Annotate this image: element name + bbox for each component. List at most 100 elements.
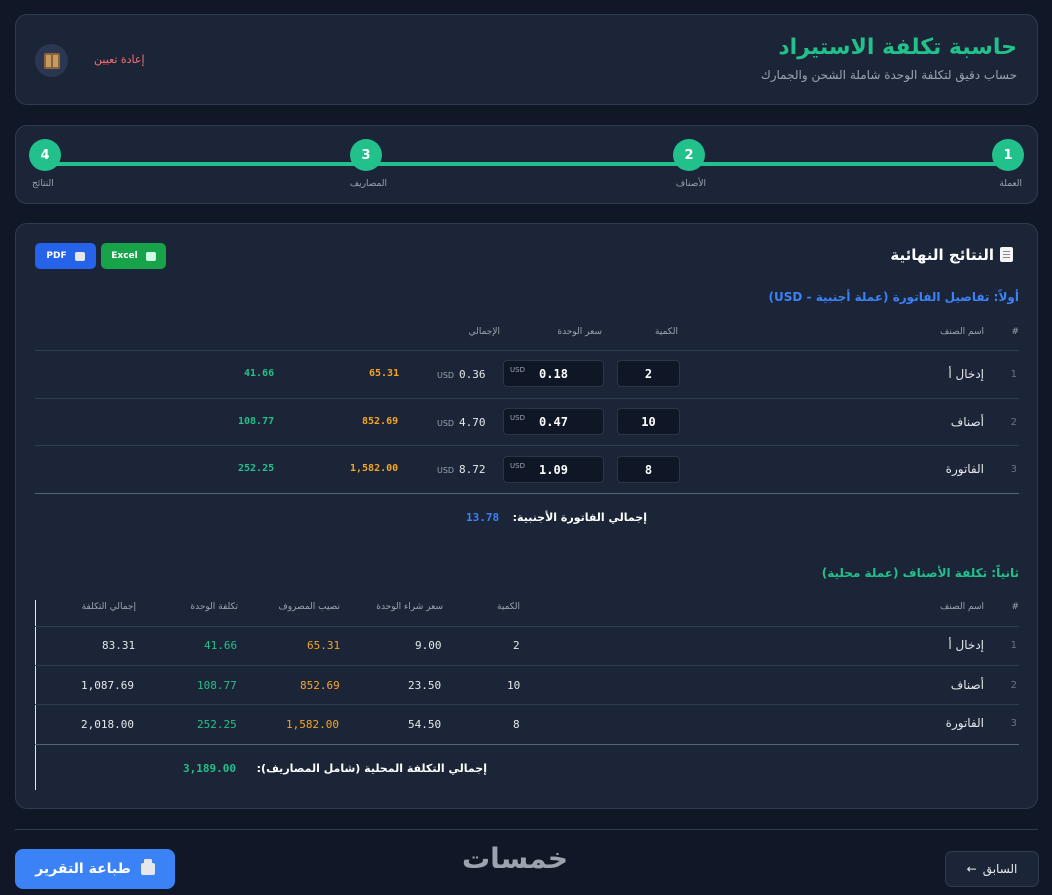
brand-logo: خمسات: [462, 842, 569, 875]
step-1-circle[interactable]: 1: [992, 139, 1024, 171]
arrow-left-icon: ←: [966, 862, 977, 876]
row-total: 4.70: [459, 416, 486, 429]
item-name: الفاتورة: [945, 716, 984, 730]
row-total: 0.36: [459, 368, 486, 381]
step-3-circle[interactable]: 3: [350, 139, 382, 171]
results-panel: النتائج النهائية PDF Excel أولاً: تفاصيل…: [15, 223, 1038, 809]
step-1-label: العملة: [999, 179, 1022, 189]
chart-icon: [145, 251, 156, 261]
step-2-label: الأصناف: [675, 179, 706, 189]
col-header-purchase-price: سعر شراء الوحدة: [376, 602, 443, 612]
table-left-border: [35, 600, 36, 790]
package-icon: [43, 52, 60, 69]
currency-tag: USD: [510, 366, 525, 374]
qty-value: 10: [507, 679, 521, 692]
local-total-value: 3,189.00: [183, 762, 236, 775]
row-index: 2: [1010, 680, 1017, 691]
table-row-divider: [35, 665, 1019, 666]
col-header-name: اسم الصنف: [940, 327, 984, 337]
table-row-divider: [35, 445, 1019, 446]
col-header-total: الإجمالي: [468, 327, 500, 337]
package-logo: [35, 44, 68, 77]
purchase-price: 54.50: [408, 718, 442, 731]
col-header-total-cost: إجمالي التكلفة: [81, 602, 136, 612]
export-pdf-button[interactable]: PDF: [35, 243, 96, 269]
purchase-price: 23.50: [408, 679, 442, 692]
col-header-unit-cost: تكلفة الوحدة: [190, 602, 238, 612]
total-cost: 2,018.00: [81, 718, 134, 731]
row-index: 1: [1010, 369, 1017, 380]
item-name: إدخال أ: [948, 367, 984, 381]
invoice-total-value: 13.78: [466, 511, 500, 524]
expense-share: 852.69: [362, 416, 399, 427]
previous-button[interactable]: السابق ←: [945, 851, 1039, 887]
qty-value: 2: [513, 639, 520, 652]
currency-tag: USD: [437, 466, 455, 475]
expense-share: 65.31: [369, 368, 400, 379]
row-index: 1: [1010, 640, 1017, 651]
expense-share: 1,582.00: [286, 718, 339, 731]
page-subtitle: حساب دقيق لتكلفة الوحدة شاملة الشحن والج…: [760, 68, 1017, 82]
col-header-index: #: [1011, 602, 1019, 612]
page-title: حاسبة تكلفة الاستيراد: [778, 35, 1017, 60]
progress-stepper: 1 العملة 2 الأصناف 3 المصاريف 4 النتائج: [15, 125, 1038, 204]
item-name: أصناف: [950, 678, 984, 692]
local-total-label: إجمالي التكلفة المحلية (شامل المصاريف):: [256, 762, 487, 775]
col-header-unit-price: سعر الوحدة: [557, 327, 602, 337]
currency-tag: USD: [510, 462, 525, 470]
step-4-label: النتائج: [32, 179, 54, 189]
unit-cost: 252.25: [197, 718, 237, 731]
total-cost: 1,087.69: [81, 679, 134, 692]
row-total: 8.72: [459, 463, 486, 476]
unit-cost: 41.66: [244, 368, 275, 379]
reset-button[interactable]: إعادة تعيين: [94, 53, 145, 66]
memo-icon: [1000, 247, 1013, 262]
col-header-qty: الكمية: [655, 327, 678, 337]
expense-share: 1,582.00: [350, 463, 399, 474]
step-4-circle[interactable]: 4: [29, 139, 61, 171]
currency-tag: USD: [437, 419, 455, 428]
col-header-expense-share: نصيب المصروف: [278, 602, 340, 612]
printer-icon: [140, 859, 155, 875]
app-header: حاسبة تكلفة الاستيراد حساب دقيق لتكلفة ا…: [15, 14, 1038, 105]
invoice-section-title: أولاً: تفاصيل الفاتورة (عملة أجنبية - US…: [768, 290, 1019, 304]
row-index: 2: [1010, 417, 1017, 428]
local-section-title: ثانياً: تكلفة الأصناف (عملة محلية): [821, 566, 1019, 580]
qty-input[interactable]: 2: [617, 360, 680, 387]
table-footer-divider: [35, 493, 1019, 494]
col-header-name: اسم الصنف: [940, 602, 984, 612]
row-index: 3: [1010, 464, 1017, 475]
item-name: إدخال أ: [948, 638, 984, 652]
currency-tag: USD: [437, 371, 455, 380]
step-2-circle[interactable]: 2: [673, 139, 705, 171]
currency-tag: USD: [510, 414, 525, 422]
table-row-divider: [35, 704, 1019, 705]
step-3-label: المصاريف: [349, 179, 387, 189]
print-report-button[interactable]: طباعة التقرير: [15, 849, 175, 889]
expense-share: 65.31: [307, 639, 341, 652]
footer-divider: [15, 829, 1038, 830]
item-name: الفاتورة: [945, 462, 984, 476]
table-footer-divider: [35, 744, 1019, 745]
col-header-qty: الكمية: [497, 602, 520, 612]
results-title: النتائج النهائية: [890, 246, 1013, 264]
export-excel-button[interactable]: Excel: [101, 243, 166, 269]
qty-input[interactable]: 10: [617, 408, 680, 435]
expense-share: 852.69: [300, 679, 340, 692]
unit-cost: 252.25: [238, 463, 275, 474]
unit-cost: 108.77: [238, 416, 275, 427]
col-header-index: #: [1011, 327, 1019, 337]
table-divider: [35, 350, 1019, 351]
stepper-progress-line: [45, 162, 1008, 166]
row-index: 3: [1010, 718, 1017, 729]
unit-cost: 108.77: [197, 679, 237, 692]
invoice-total-label: إجمالي الفاتورة الأجنبية:: [512, 511, 647, 524]
printer-icon: [74, 251, 85, 261]
purchase-price: 9.00: [415, 639, 442, 652]
table-divider: [35, 626, 1019, 627]
unit-cost: 41.66: [204, 639, 238, 652]
qty-input[interactable]: 8: [617, 456, 680, 483]
table-row-divider: [35, 398, 1019, 399]
item-name: أصناف: [950, 415, 984, 429]
qty-value: 8: [513, 718, 520, 731]
